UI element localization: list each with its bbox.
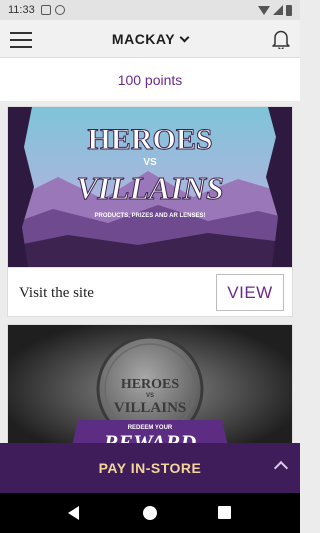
banner-title-vs: VS <box>143 157 157 168</box>
view-button[interactable]: VIEW <box>216 274 284 311</box>
points-balance: 100 points <box>0 58 300 101</box>
signal-icon <box>273 5 283 15</box>
coin-text-villains: VILLAINS <box>114 400 187 416</box>
back-icon[interactable] <box>68 506 79 520</box>
home-icon[interactable] <box>143 506 157 520</box>
pay-in-store-bar[interactable]: PAY IN-STORE <box>0 443 300 493</box>
sync-icon <box>54 5 65 15</box>
banner-title-heroes: HEROES <box>87 123 212 156</box>
wifi-icon <box>258 5 270 15</box>
bell-icon[interactable] <box>272 29 290 49</box>
coin-text-heroes: HEROES <box>121 377 180 392</box>
status-icons <box>258 4 292 16</box>
promo-banner[interactable]: HEROES VS VILLAINS PRODUCTS, PRIZES AND … <box>8 107 292 267</box>
points-text: 100 points <box>117 71 183 88</box>
visit-site-link[interactable]: Visit the site <box>19 285 94 302</box>
app-header: MACKAY <box>0 20 300 58</box>
status-bar: 11:33 <box>0 0 300 20</box>
promo-card-footer: Visit the site VIEW <box>8 267 292 317</box>
store-selector[interactable]: MACKAY <box>0 31 300 47</box>
recent-apps-icon[interactable] <box>218 506 231 519</box>
banner-tagline: PRODUCTS, PRIZES AND AR LENSES! <box>95 213 206 219</box>
status-time: 11:33 <box>8 4 35 16</box>
pay-in-store-label: PAY IN-STORE <box>98 460 202 476</box>
android-nav-bar <box>0 493 300 533</box>
notification-icon <box>40 5 51 15</box>
battery-icon <box>286 4 292 16</box>
chevron-down-icon <box>179 32 190 43</box>
reward-card[interactable]: HEROES VS VILLAINS REDEEM YOUR REWARD <box>7 324 293 454</box>
store-name: MACKAY <box>111 31 176 47</box>
promo-card[interactable]: HEROES VS VILLAINS PRODUCTS, PRIZES AND … <box>7 106 293 317</box>
reward-banner[interactable]: HEROES VS VILLAINS REDEEM YOUR REWARD <box>8 325 292 454</box>
banner-title-villains: VILLAINS <box>76 170 224 206</box>
coin-text-vs: VS <box>146 393 154 399</box>
